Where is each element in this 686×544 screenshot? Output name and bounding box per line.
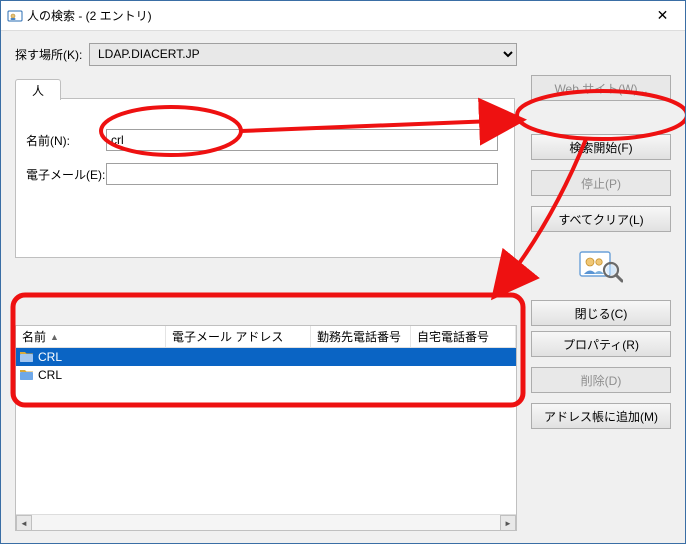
lookin-select[interactable]: LDAP.DIACERT.JP xyxy=(89,43,517,66)
folder-icon xyxy=(20,369,34,381)
result-row[interactable]: CRL xyxy=(16,348,516,366)
people-search-icon xyxy=(577,246,625,286)
close-button-2[interactable]: 閉じる(C) xyxy=(531,300,671,326)
col-email[interactable]: 電子メール アドレス xyxy=(166,326,311,347)
titlebar: 人の検索 - (2 エントリ) ✕ xyxy=(1,1,685,31)
stop-button: 停止(P) xyxy=(531,170,671,196)
col-bus-phone[interactable]: 勤務先電話番号 xyxy=(311,326,411,347)
result-row[interactable]: CRL xyxy=(16,366,516,384)
people-panel: 名前(N): 電子メール(E): xyxy=(15,98,515,258)
properties-button[interactable]: プロパティ(R) xyxy=(531,331,671,357)
name-input[interactable] xyxy=(106,129,498,151)
results-header: 名前▲ 電子メール アドレス 勤務先電話番号 自宅電話番号 xyxy=(16,326,516,348)
close-button[interactable]: ✕ xyxy=(640,1,685,30)
results-list: 名前▲ 電子メール アドレス 勤務先電話番号 自宅電話番号 CRL xyxy=(15,325,517,531)
col-home-phone[interactable]: 自宅電話番号 xyxy=(411,326,516,347)
sort-asc-icon: ▲ xyxy=(50,332,59,342)
app-icon xyxy=(7,8,23,24)
buttons-upper: Web サイト(W)... 検索開始(F) 停止(P) すべてクリア(L) 閉じ… xyxy=(531,75,671,336)
result-name: CRL xyxy=(38,368,62,382)
find-button[interactable]: 検索開始(F) xyxy=(531,134,671,160)
name-label: 名前(N): xyxy=(16,132,106,149)
website-button: Web サイト(W)... xyxy=(531,75,671,101)
scroll-left-icon[interactable]: ◄ xyxy=(16,515,32,531)
tab-people[interactable]: 人 xyxy=(15,79,61,100)
lookin-label: 探す場所(K): xyxy=(15,46,89,63)
content-area: 探す場所(K): LDAP.DIACERT.JP 人 名前(N): 電子メール(… xyxy=(1,31,685,543)
col-name[interactable]: 名前▲ xyxy=(16,326,166,347)
h-scrollbar[interactable]: ◄ ► xyxy=(16,514,516,530)
email-input[interactable] xyxy=(106,163,498,185)
delete-button: 削除(D) xyxy=(531,367,671,393)
add-to-addressbook-button[interactable]: アドレス帳に追加(M) xyxy=(531,403,671,429)
result-name: CRL xyxy=(38,350,62,364)
buttons-lower: プロパティ(R) 削除(D) アドレス帳に追加(M) xyxy=(531,331,671,439)
find-people-window: 人の検索 - (2 エントリ) ✕ 探す場所(K): LDAP.DIACERT.… xyxy=(0,0,686,544)
clear-button[interactable]: すべてクリア(L) xyxy=(531,206,671,232)
folder-icon xyxy=(20,351,34,363)
results-body[interactable]: CRL CRL xyxy=(16,348,516,514)
window-title: 人の検索 - (2 エントリ) xyxy=(27,7,640,24)
email-label: 電子メール(E): xyxy=(16,166,106,183)
scroll-right-icon[interactable]: ► xyxy=(500,515,516,531)
